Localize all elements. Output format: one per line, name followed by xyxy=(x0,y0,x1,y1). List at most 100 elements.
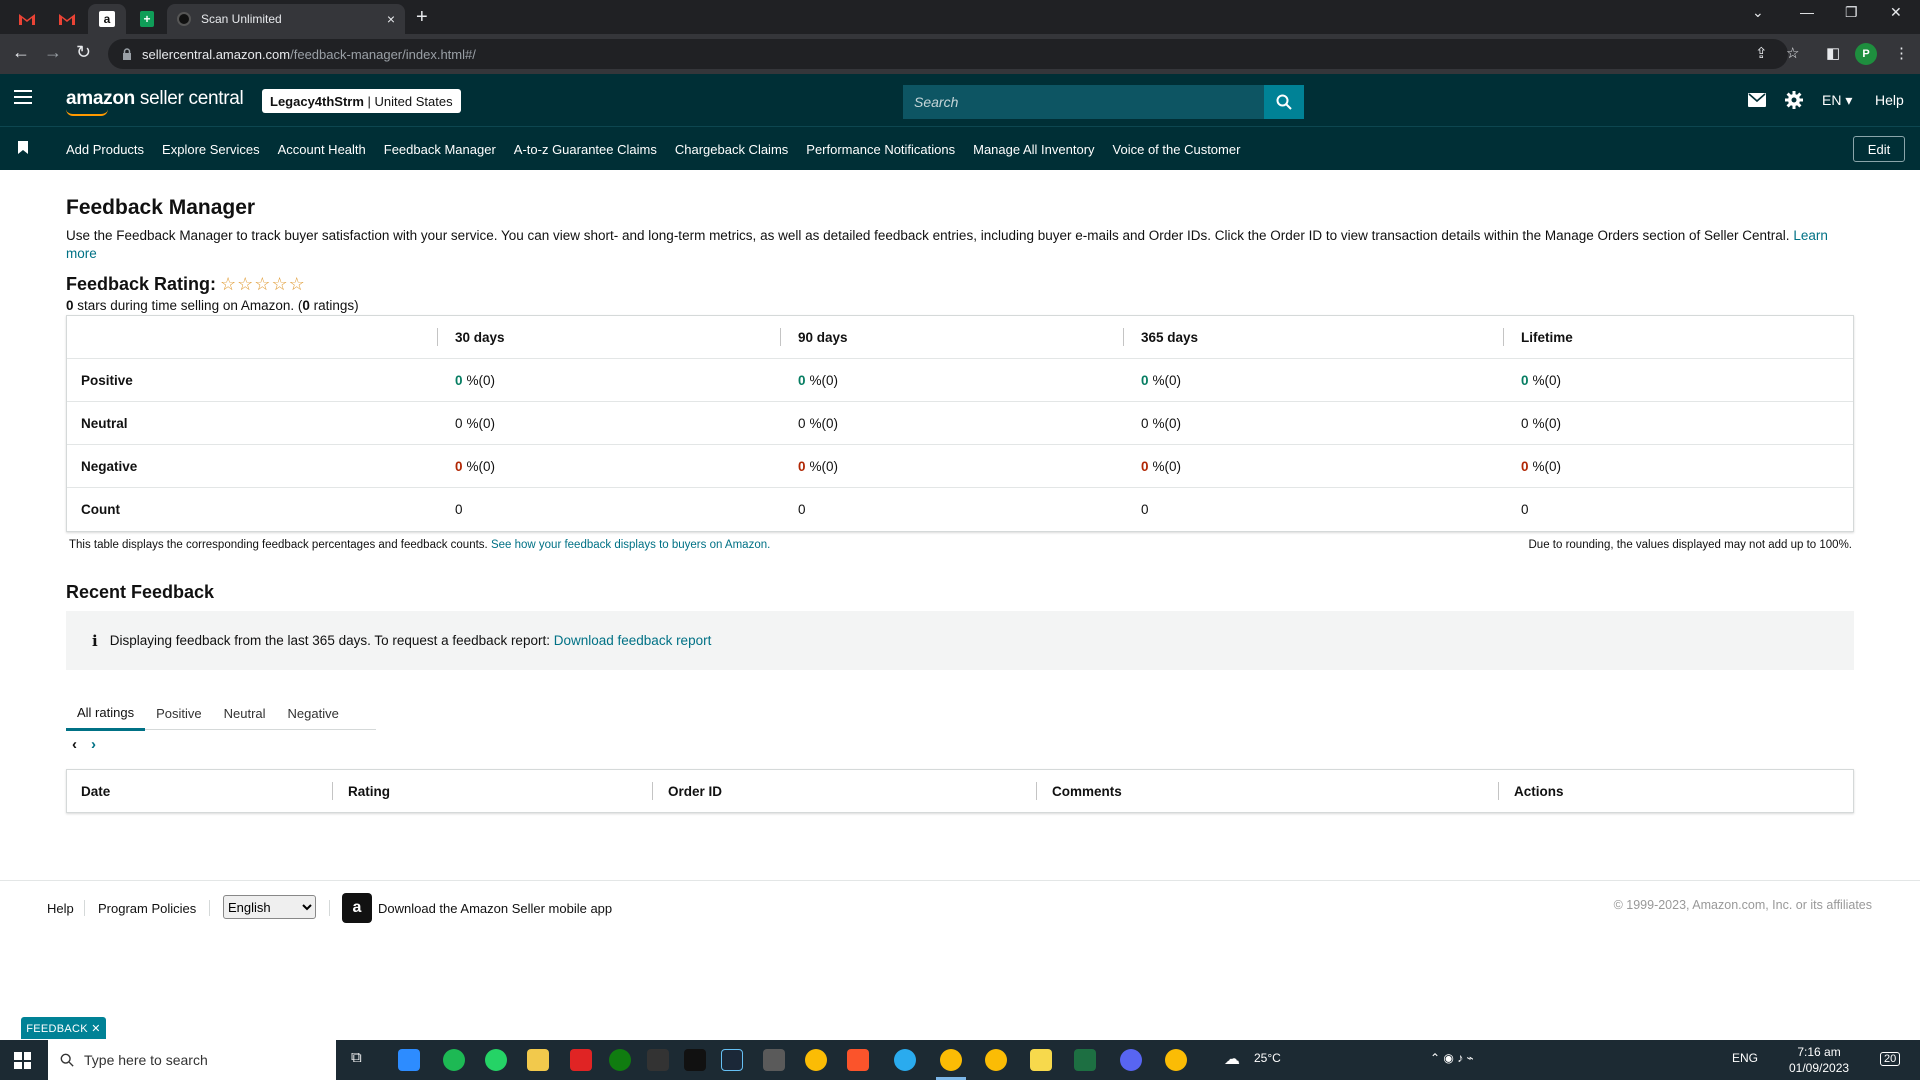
close-window-icon[interactable]: ✕ xyxy=(1890,4,1902,21)
amd-app-icon[interactable] xyxy=(570,1049,592,1071)
weather-icon[interactable]: ☁ xyxy=(1224,1049,1240,1069)
tab-gmail-1[interactable] xyxy=(8,4,46,34)
browser-menu-icon[interactable]: ⋮ xyxy=(1894,44,1909,62)
cell-suffix: %(0) xyxy=(1152,415,1182,431)
chrome-profile-icon[interactable] xyxy=(985,1049,1007,1071)
download-report-link[interactable]: Download feedback report xyxy=(554,633,712,648)
new-tab-button[interactable]: + xyxy=(416,6,428,29)
side-panel-icon[interactable]: ◧ xyxy=(1826,44,1840,62)
feedback-widget-tab[interactable]: FEEDBACK ✕ xyxy=(21,1017,106,1039)
bookmark-star-icon[interactable]: ☆ xyxy=(1786,44,1799,62)
bookmark-explore-services[interactable]: Explore Services xyxy=(162,142,260,157)
header-help-link[interactable]: Help xyxy=(1875,92,1904,108)
lock-icon xyxy=(123,48,131,60)
tab-close-icon[interactable]: × xyxy=(387,11,395,27)
column-comments[interactable]: Comments xyxy=(1036,770,1498,812)
url-text: sellercentral.amazon.com/feedback-manage… xyxy=(142,47,476,62)
file-explorer-icon[interactable] xyxy=(527,1049,549,1071)
bookmark-atoz-claims[interactable]: A-to-z Guarantee Claims xyxy=(514,142,657,157)
profile-avatar[interactable]: P xyxy=(1855,43,1877,65)
language-selector[interactable]: EN ▾ xyxy=(1822,92,1852,109)
notifications-icon[interactable]: 20 xyxy=(1880,1052,1901,1066)
chrome-app-icon[interactable] xyxy=(805,1049,827,1071)
search-input[interactable] xyxy=(903,85,1264,119)
windows-start-icon[interactable] xyxy=(14,1052,31,1069)
table-header-lifetime: Lifetime xyxy=(1503,316,1853,358)
next-page-icon[interactable]: › xyxy=(91,736,96,753)
rating-stars-icon: ☆☆☆☆☆ xyxy=(220,274,306,294)
tab-amazon[interactable]: a xyxy=(88,4,126,34)
forward-icon[interactable]: → xyxy=(44,42,62,63)
tab-gmail-2[interactable] xyxy=(48,4,86,34)
tab-neutral[interactable]: Neutral xyxy=(213,697,277,730)
url-path: /feedback-manager/index.html#/ xyxy=(290,46,476,62)
settings-gear-icon[interactable] xyxy=(1785,91,1803,109)
reload-icon[interactable]: ↻ xyxy=(76,42,91,63)
tab-all-ratings[interactable]: All ratings xyxy=(66,697,146,731)
mail-icon[interactable] xyxy=(1748,93,1766,107)
tab-search-icon[interactable]: ⌄ xyxy=(1752,4,1764,21)
taskbar-search[interactable]: Type here to search xyxy=(48,1040,336,1080)
chrome-profile-icon[interactable] xyxy=(940,1049,962,1071)
xbox-app-icon[interactable] xyxy=(609,1049,631,1071)
tab-sheets[interactable]: + xyxy=(128,4,166,34)
sticky-notes-icon[interactable] xyxy=(1030,1049,1052,1071)
row-label: Negative xyxy=(81,458,138,474)
restore-icon[interactable]: ❐ xyxy=(1845,4,1858,21)
tiktok-app-icon[interactable] xyxy=(684,1049,706,1071)
weather-temp[interactable]: 25°C xyxy=(1254,1051,1281,1065)
table-cell: 0 %(0) xyxy=(437,359,780,401)
bookmarks-list: Add Products Explore Services Account He… xyxy=(66,127,1258,171)
bookmark-feedback-manager[interactable]: Feedback Manager xyxy=(384,142,496,157)
column-rating[interactable]: Rating xyxy=(332,770,652,812)
calculator-app-icon[interactable] xyxy=(763,1049,785,1071)
share-icon[interactable]: ⇪ xyxy=(1755,44,1768,62)
epic-games-icon[interactable] xyxy=(647,1049,669,1071)
pagination: ‹ › xyxy=(72,736,110,753)
brave-app-icon[interactable] xyxy=(847,1049,869,1071)
steam-app-icon[interactable] xyxy=(721,1049,743,1071)
minimize-icon[interactable]: — xyxy=(1800,4,1814,20)
intro-text: Use the Feedback Manager to track buyer … xyxy=(66,227,1854,263)
back-icon[interactable]: ← xyxy=(12,42,30,63)
taskbar-clock[interactable]: 7:16 am 01/09/2023 xyxy=(1789,1044,1849,1076)
column-actions[interactable]: Actions xyxy=(1498,770,1853,812)
amazon-seller-central-logo[interactable]: amazon seller central xyxy=(66,88,244,110)
edit-bookmarks-button[interactable]: Edit xyxy=(1853,136,1905,162)
bookmark-add-products[interactable]: Add Products xyxy=(66,142,144,157)
column-order-id[interactable]: Order ID xyxy=(652,770,1036,812)
input-language[interactable]: ENG xyxy=(1732,1051,1758,1065)
discord-app-icon[interactable] xyxy=(1120,1049,1142,1071)
bookmark-chargeback-claims[interactable]: Chargeback Claims xyxy=(675,142,788,157)
bookmark-account-health[interactable]: Account Health xyxy=(278,142,366,157)
chrome-profile-icon[interactable] xyxy=(1165,1049,1187,1071)
whatsapp-app-icon[interactable] xyxy=(485,1049,507,1071)
footer-help-link[interactable]: Help xyxy=(47,901,74,916)
bookmark-performance-notifications[interactable]: Performance Notifications xyxy=(806,142,955,157)
account-switcher[interactable]: Legacy4thStrm | United States xyxy=(262,89,461,113)
search-button[interactable] xyxy=(1264,85,1304,119)
rounding-note: Due to rounding, the values displayed ma… xyxy=(1528,539,1853,551)
hamburger-menu-icon[interactable] xyxy=(14,90,32,108)
bookmark-icon[interactable] xyxy=(18,141,28,154)
tab-scan-unlimited[interactable]: Scan Unlimited × xyxy=(167,4,405,34)
tab-positive[interactable]: Positive xyxy=(145,697,213,730)
footer-language-select[interactable]: English xyxy=(223,895,316,919)
bookmark-manage-inventory[interactable]: Manage All Inventory xyxy=(973,142,1094,157)
bookmark-voice-of-customer[interactable]: Voice of the Customer xyxy=(1113,142,1241,157)
feedback-display-link[interactable]: See how your feedback displays to buyers… xyxy=(491,539,770,551)
amazon-seller-app-icon[interactable]: a xyxy=(342,893,372,923)
tray-icons[interactable]: ⌃ ◉ ♪ ⌁ xyxy=(1430,1051,1474,1065)
prev-page-icon[interactable]: ‹ xyxy=(72,736,77,753)
telegram-app-icon[interactable] xyxy=(894,1049,916,1071)
logo-seller-central: seller central xyxy=(134,88,244,109)
download-app-link[interactable]: Download the Amazon Seller mobile app xyxy=(378,901,612,916)
tab-negative[interactable]: Negative xyxy=(277,697,350,730)
address-bar[interactable]: sellercentral.amazon.com/feedback-manage… xyxy=(108,39,1788,69)
zoom-app-icon[interactable] xyxy=(398,1049,420,1071)
excel-app-icon[interactable] xyxy=(1074,1049,1096,1071)
column-date[interactable]: Date xyxy=(67,770,332,812)
program-policies-link[interactable]: Program Policies xyxy=(98,901,196,916)
spotify-app-icon[interactable] xyxy=(443,1049,465,1071)
task-view-icon[interactable]: ⧉ xyxy=(351,1049,362,1066)
